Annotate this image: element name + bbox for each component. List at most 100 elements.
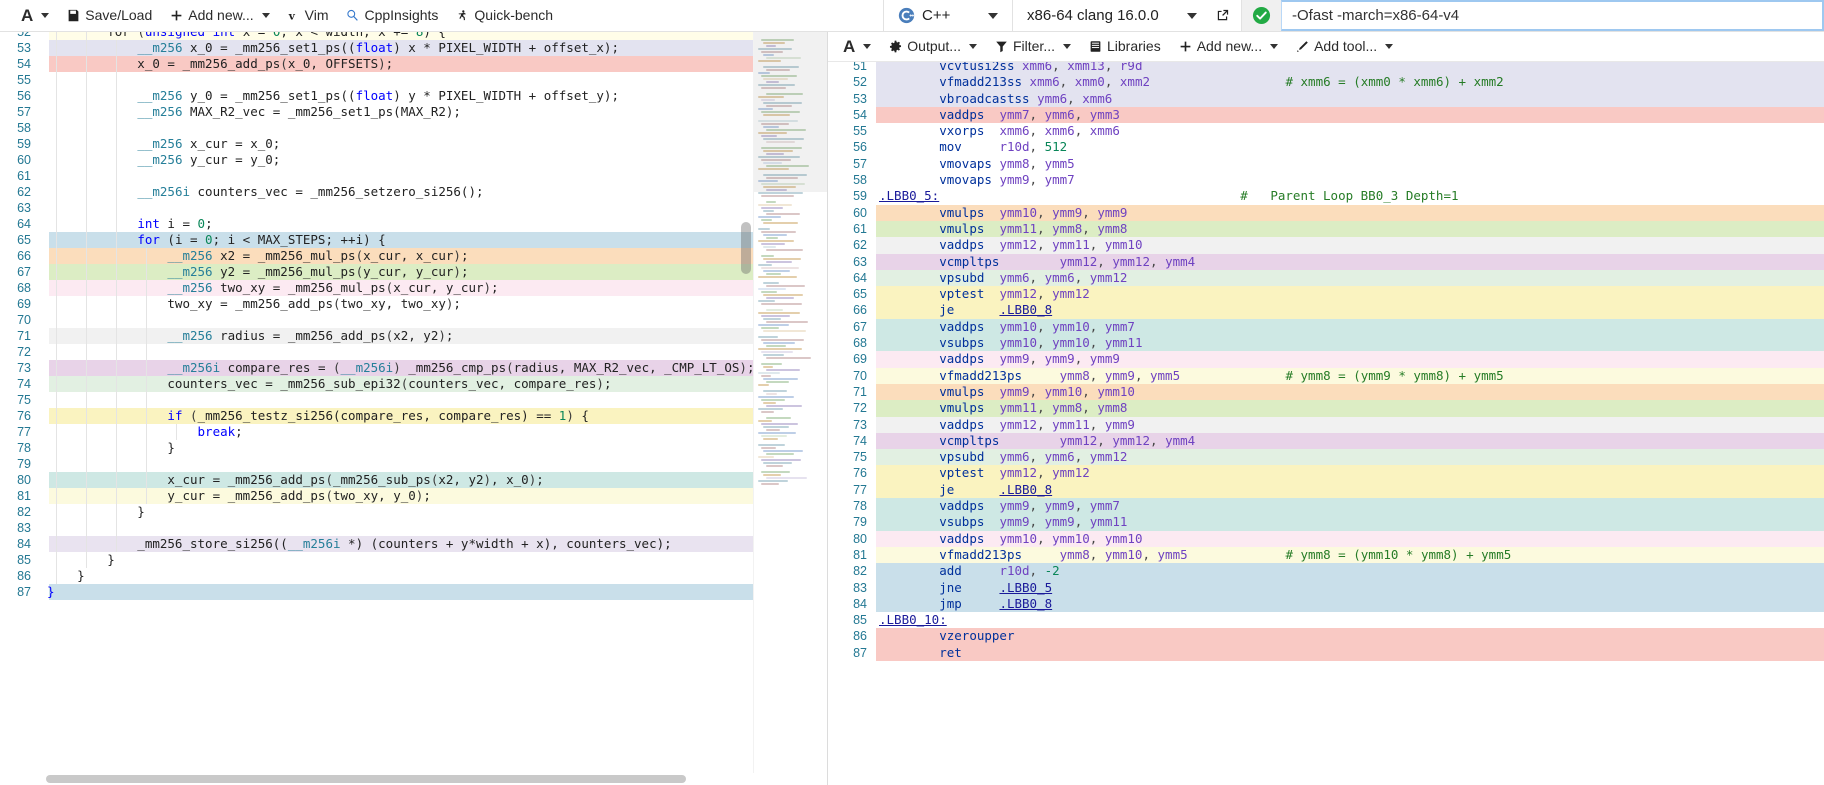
- source-line[interactable]: 52 for (unsigned int x = 0; x < width; x…: [0, 32, 753, 40]
- source-line[interactable]: 79: [0, 456, 753, 472]
- source-line[interactable]: 68 __m256 two_xy = _mm256_mul_ps(x_cur, …: [0, 280, 753, 296]
- source-line[interactable]: 74 counters_vec = _mm256_sub_epi32(count…: [0, 376, 753, 392]
- assembly-line[interactable]: 51 vcvtusi2ss xmm6, xmm13, r9d: [828, 62, 1824, 75]
- splitter-handle[interactable]: [826, 409, 831, 437]
- filter-button[interactable]: Filter...: [986, 36, 1080, 57]
- source-line[interactable]: 70: [0, 312, 753, 328]
- asm-add-new-button[interactable]: Add new...: [1170, 36, 1287, 57]
- assembly-line[interactable]: 73 vaddps ymm12, ymm11, ymm9: [828, 416, 1824, 433]
- add-new-button[interactable]: Add new...: [161, 5, 278, 26]
- assembly-line[interactable]: 67 vaddps ymm10, ymm10, ymm7: [828, 318, 1824, 336]
- assembly-line[interactable]: 75 vpsubd ymm6, ymm6, ymm12: [828, 449, 1824, 466]
- source-line[interactable]: 60 __m256 y_cur = y_0;: [0, 152, 753, 168]
- source-line[interactable]: 84 _mm256_store_si256((__m256i *) (count…: [0, 536, 753, 552]
- pane-splitter[interactable]: [826, 32, 831, 785]
- source-line[interactable]: 87}: [0, 584, 753, 600]
- assembly-jump-target[interactable]: .LBB0_8: [999, 482, 1052, 497]
- assembly-jump-target[interactable]: .LBB0_8: [999, 302, 1052, 317]
- assembly-output-area[interactable]: 51 vcvtusi2ss xmm6, xmm13, r9d 52 vfmadd2…: [828, 62, 1824, 785]
- assembly-line[interactable]: 74 vcmpltps ymm12, ymm12, ymm4: [828, 432, 1824, 450]
- assembly-line[interactable]: 86 vzeroupper: [828, 628, 1824, 645]
- editor-horizontal-scrollbar[interactable]: [0, 773, 827, 785]
- source-line[interactable]: 54 x_0 = _mm256_add_ps(x_0, OFFSETS);: [0, 56, 753, 72]
- assembly-line[interactable]: 56 mov r10d, 512: [828, 139, 1824, 156]
- assembly-label[interactable]: .LBB0_10:: [879, 612, 947, 627]
- source-line[interactable]: 53 __m256 x_0 = _mm256_set1_ps((float) x…: [0, 40, 753, 56]
- compiler-select[interactable]: x86-64 clang 16.0.0: [1017, 3, 1207, 28]
- source-line[interactable]: 63: [0, 200, 753, 216]
- assembly-line[interactable]: 54 vaddps ymm7, ymm6, ymm3: [828, 106, 1824, 124]
- assembly-line[interactable]: 53 vbroadcastss ymm6, xmm6: [828, 90, 1824, 107]
- source-line[interactable]: 75: [0, 392, 753, 408]
- compiler-options-input[interactable]: [1282, 2, 1823, 29]
- source-line[interactable]: 86 }: [0, 568, 753, 584]
- source-line[interactable]: 56 __m256 y_0 = _mm256_set1_ps((float) y…: [0, 88, 753, 104]
- assembly-jump-target[interactable]: .LBB0_5: [999, 580, 1052, 595]
- assembly-line[interactable]: 64 vpsubd ymm6, ymm6, ymm12: [828, 269, 1824, 287]
- source-line[interactable]: 71 __m256 radius = _mm256_add_ps(x2, y2)…: [0, 328, 753, 344]
- assembly-line[interactable]: 66 je .LBB0_8: [828, 302, 1824, 319]
- assembly-line[interactable]: 87 ret: [828, 644, 1824, 661]
- source-line[interactable]: 67 __m256 y2 = _mm256_mul_ps(y_cur, y_cu…: [0, 264, 753, 280]
- source-line[interactable]: 76 if (_mm256_testz_si256(compare_res, c…: [0, 408, 753, 424]
- assembly-line[interactable]: 82 add r10d, -2: [828, 563, 1824, 580]
- save-load-button[interactable]: Save/Load: [58, 5, 161, 26]
- assembly-line[interactable]: 62 vaddps ymm12, ymm11, ymm10: [828, 237, 1824, 254]
- source-line[interactable]: 55: [0, 72, 753, 88]
- source-line[interactable]: 85 }: [0, 552, 753, 568]
- source-line[interactable]: 62 __m256i counters_vec = _mm256_setzero…: [0, 184, 753, 200]
- asm-font-size-button[interactable]: A: [834, 35, 880, 58]
- vim-button[interactable]: v Vim: [279, 5, 338, 26]
- source-line[interactable]: 58: [0, 120, 753, 136]
- assembly-line[interactable]: 78 vaddps ymm9, ymm9, ymm7: [828, 498, 1824, 515]
- assembly-line[interactable]: 81 vfmadd213ps ymm8, ymm10, ymm5 # ymm8 …: [828, 546, 1824, 564]
- source-line[interactable]: 81 y_cur = _mm256_add_ps(two_xy, y_0);: [0, 488, 753, 504]
- assembly-line[interactable]: 52 vfmadd213ss xmm6, xmm0, xmm2 # xmm6 =…: [828, 74, 1824, 91]
- source-editor-area[interactable]: 52 for (unsigned int x = 0; x < width; x…: [0, 32, 827, 773]
- quick-bench-button[interactable]: Quick-bench: [447, 5, 562, 26]
- assembly-line[interactable]: 60 vmulps ymm10, ymm9, ymm9: [828, 204, 1824, 221]
- assembly-line[interactable]: 83 jne .LBB0_5: [828, 579, 1824, 596]
- source-line[interactable]: 80 x_cur = _mm256_add_ps(_mm256_sub_ps(x…: [0, 472, 753, 488]
- assembly-line[interactable]: 70 vfmadd213ps ymm8, ymm9, ymm5 # ymm8 =…: [828, 367, 1824, 384]
- assembly-jump-target[interactable]: .LBB0_8: [999, 596, 1052, 611]
- source-line[interactable]: 73 __m256i compare_res = (__m256i) _mm25…: [0, 360, 753, 376]
- assembly-line[interactable]: 58 vmovaps ymm9, ymm7: [828, 172, 1824, 189]
- assembly-line[interactable]: 61 vmulps ymm11, ymm8, ymm8: [828, 220, 1824, 238]
- assembly-label[interactable]: .LBB0_5:: [879, 188, 939, 203]
- add-tool-button[interactable]: Add tool...: [1287, 36, 1402, 57]
- libraries-button[interactable]: Libraries: [1080, 36, 1170, 57]
- assembly-line[interactable]: 71 vmulps ymm9, ymm10, ymm10: [828, 383, 1824, 401]
- source-line[interactable]: 72: [0, 344, 753, 360]
- assembly-line[interactable]: 80 vaddps ymm10, ymm10, ymm10: [828, 530, 1824, 547]
- assembly-line[interactable]: 76 vptest ymm12, ymm12: [828, 465, 1824, 482]
- output-button[interactable]: Output...: [880, 36, 986, 57]
- editor-hscroll-thumb[interactable]: [46, 775, 686, 783]
- source-line[interactable]: 83: [0, 520, 753, 536]
- source-line[interactable]: 82 }: [0, 504, 753, 520]
- source-line[interactable]: 65 for (i = 0; i < MAX_STEPS; ++i) {: [0, 232, 753, 248]
- assembly-line[interactable]: 84 jmp .LBB0_8: [828, 595, 1824, 613]
- source-line[interactable]: 66 __m256 x2 = _mm256_mul_ps(x_cur, x_cu…: [0, 248, 753, 264]
- assembly-line[interactable]: 57 vmovaps ymm8, ymm5: [828, 155, 1824, 173]
- source-line[interactable]: 59 __m256 x_cur = x_0;: [0, 136, 753, 152]
- assembly-line[interactable]: 68 vsubps ymm10, ymm10, ymm11: [828, 335, 1824, 352]
- source-minimap[interactable]: [753, 32, 827, 773]
- font-size-button[interactable]: A: [12, 4, 58, 27]
- assembly-line[interactable]: 59 .LBB0_5: # Parent Loop BB0_3 Depth=1: [828, 188, 1824, 205]
- assembly-line[interactable]: 72 vmulps ymm11, ymm8, ymm8: [828, 400, 1824, 417]
- source-line[interactable]: 78 }: [0, 440, 753, 456]
- source-code-scroll[interactable]: 52 for (unsigned int x = 0; x < width; x…: [0, 32, 753, 773]
- source-line[interactable]: 57 __m256 MAX_R2_vec = _mm256_set1_ps(MA…: [0, 104, 753, 120]
- assembly-line[interactable]: 79 vsubps ymm9, ymm9, ymm11: [828, 514, 1824, 531]
- assembly-line[interactable]: 65 vptest ymm12, ymm12: [828, 286, 1824, 303]
- assembly-line[interactable]: 69 vaddps ymm9, ymm9, ymm9: [828, 351, 1824, 368]
- source-line[interactable]: 64 int i = 0;: [0, 216, 753, 232]
- source-line[interactable]: 69 two_xy = _mm256_add_ps(two_xy, two_xy…: [0, 296, 753, 312]
- assembly-scroll[interactable]: 51 vcvtusi2ss xmm6, xmm13, r9d 52 vfmadd2…: [828, 62, 1824, 785]
- minimap-viewport-slider[interactable]: [754, 32, 827, 192]
- source-line[interactable]: 61: [0, 168, 753, 184]
- popout-compiler-button[interactable]: [1207, 8, 1237, 23]
- source-line[interactable]: 77 break;: [0, 424, 753, 440]
- cppinsights-button[interactable]: CppInsights: [337, 5, 447, 26]
